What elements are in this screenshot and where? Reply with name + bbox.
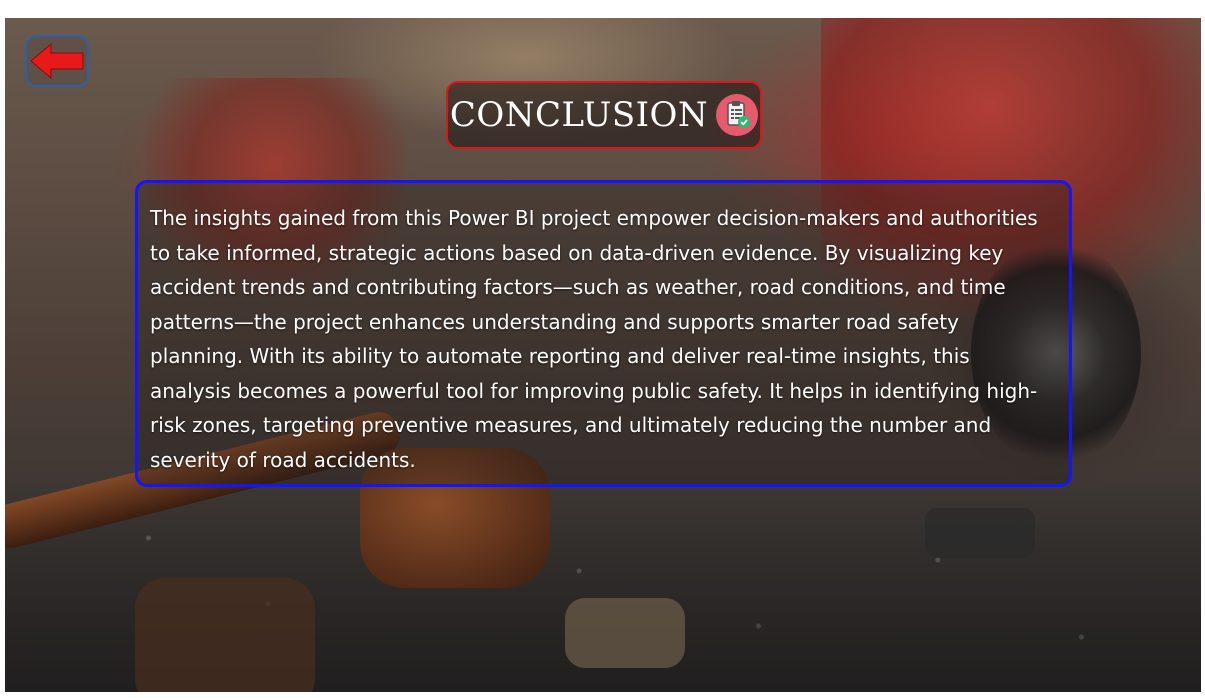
slide: CONCLUSION The insights gained from this… [5,18,1201,692]
background-rubble [925,508,1035,558]
background-rubble [565,598,685,668]
back-button[interactable] [25,35,89,87]
conclusion-panel: The insights gained from this Power BI p… [135,180,1072,487]
clipboard-check-icon [716,94,759,136]
page-title-box: CONCLUSION [446,81,762,149]
page-title: CONCLUSION [449,95,709,135]
arrow-left-icon [30,42,84,80]
conclusion-paragraph: The insights gained from this Power BI p… [150,206,1038,472]
background-rubble [135,578,315,692]
